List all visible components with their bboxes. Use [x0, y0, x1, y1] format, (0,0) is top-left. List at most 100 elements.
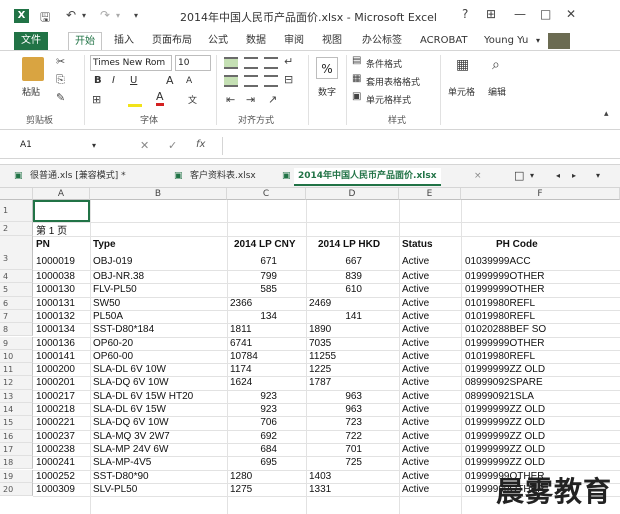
cell-pn[interactable]: 1000221 — [36, 417, 90, 430]
cells-button[interactable]: 单元格 — [448, 85, 475, 98]
cell-pn[interactable]: 1000136 — [36, 338, 90, 351]
tab-office-tabs[interactable]: 办公标签 — [362, 32, 402, 50]
cell-status[interactable]: Active — [402, 431, 461, 444]
minimize-button[interactable]: — — [514, 7, 526, 21]
align-bottom-icon[interactable] — [264, 57, 278, 69]
row-header[interactable]: 14 — [0, 403, 33, 417]
cell-status[interactable]: Active — [402, 351, 461, 364]
font-size-select[interactable]: 10 — [175, 55, 211, 71]
cell-pn[interactable]: 1000131 — [36, 298, 90, 311]
avatar[interactable] — [548, 33, 570, 49]
cell-type[interactable]: SLA-DQ 6V 10W — [93, 377, 227, 390]
cell-hkd[interactable]: 725 — [306, 457, 362, 470]
row-header[interactable]: 17 — [0, 442, 33, 457]
cell-status[interactable]: Active — [402, 255, 461, 269]
cell-cny[interactable]: 1811 — [230, 324, 309, 337]
tab-formulas[interactable]: 公式 — [208, 32, 228, 50]
workbook-tab[interactable]: 很普通.xls [兼容模式] * — [30, 168, 126, 184]
cell-status[interactable]: Active — [402, 404, 461, 417]
cell-hkd[interactable]: 722 — [306, 431, 362, 444]
scroll-left-icon[interactable]: ◂ — [556, 168, 560, 184]
header-status[interactable]: Status — [402, 239, 433, 250]
name-box-dropdown-icon[interactable]: ▾ — [92, 141, 96, 150]
cell-ph[interactable]: 01999999ZZ OLD — [465, 404, 620, 417]
cell-cny[interactable]: 1174 — [230, 364, 309, 377]
name-box[interactable]: A1 — [18, 138, 102, 154]
fill-color-icon[interactable] — [128, 95, 142, 107]
cell-hkd[interactable]: 1331 — [309, 484, 402, 497]
cell-hkd[interactable]: 610 — [306, 284, 362, 297]
copy-icon[interactable]: ⎘ — [56, 73, 65, 87]
cell-status[interactable]: Active — [402, 444, 461, 457]
customize-qat-icon[interactable]: ▾ — [134, 11, 138, 20]
undo-dropdown-icon[interactable]: ▾ — [82, 11, 86, 20]
row-header[interactable]: 12 — [0, 376, 33, 390]
paste-button[interactable]: 粘贴 — [22, 85, 40, 98]
cell-cny[interactable]: 6741 — [230, 338, 309, 351]
cell-cny[interactable]: 134 — [227, 311, 277, 324]
cell-ph[interactable]: 01999999ZZ OLD — [465, 444, 620, 457]
cell-hkd[interactable]: 963 — [306, 404, 362, 417]
cell-cny[interactable]: 695 — [227, 457, 277, 470]
row-header[interactable]: 18 — [0, 456, 33, 470]
active-cell-a1[interactable] — [33, 200, 90, 222]
collapse-ribbon-icon[interactable]: ▴ — [604, 109, 609, 119]
cell-status[interactable]: Active — [402, 338, 461, 351]
cell-pn[interactable]: 1000309 — [36, 484, 90, 497]
undo-icon[interactable]: ↶ — [66, 8, 76, 22]
cell-cny[interactable]: 684 — [227, 444, 277, 457]
cell-pn[interactable]: 1000132 — [36, 311, 90, 324]
user-name[interactable]: Young Yu — [484, 32, 528, 50]
cell-hkd[interactable]: 839 — [306, 271, 362, 284]
format-painter-icon[interactable]: ✎ — [56, 91, 65, 104]
row-header[interactable]: 8 — [0, 323, 33, 337]
help-button[interactable]: ? — [462, 7, 468, 21]
bold-button[interactable]: B — [94, 75, 102, 86]
column-header[interactable]: F — [461, 188, 620, 200]
page-label[interactable]: 第 1 页 — [36, 222, 67, 237]
cell-ph[interactable]: 01999999OTHER — [465, 284, 620, 297]
cell-cny[interactable]: 671 — [227, 255, 277, 269]
cell-status[interactable]: Active — [402, 471, 461, 484]
cell-type[interactable]: FLV-PL50 — [93, 284, 227, 297]
number-label[interactable]: 数字 — [318, 85, 336, 98]
column-header[interactable]: D — [306, 188, 399, 200]
row-header[interactable]: 7 — [0, 309, 33, 324]
cell-cny[interactable]: 923 — [227, 404, 277, 417]
cell-type[interactable]: SLA-DL 6V 15W HT20 — [93, 391, 227, 404]
font-color-icon[interactable]: A — [156, 91, 164, 106]
cell-cny[interactable]: 706 — [227, 417, 277, 430]
tab-data[interactable]: 数据 — [246, 32, 266, 50]
save-icon[interactable]: 🖫 — [40, 8, 50, 29]
cell-status[interactable]: Active — [402, 364, 461, 377]
column-header[interactable]: E — [399, 188, 461, 200]
edit-button[interactable]: 编辑 — [488, 85, 506, 98]
column-header[interactable]: B — [90, 188, 227, 200]
header-cny[interactable]: 2014 LP CNY — [234, 239, 296, 250]
cell-hkd[interactable]: 723 — [306, 417, 362, 430]
cell-ph[interactable]: 01999999ZZ OLD — [465, 457, 620, 470]
header-hkd[interactable]: 2014 LP HKD — [318, 239, 380, 250]
maximize-button[interactable]: □ — [540, 7, 551, 21]
close-button[interactable]: ✕ — [566, 7, 576, 21]
align-left-icon[interactable] — [224, 75, 238, 87]
cell-ph[interactable]: 01039999ACC — [465, 255, 620, 269]
row-header[interactable]: 11 — [0, 363, 33, 377]
cell-cny[interactable]: 799 — [227, 271, 277, 284]
header-pn[interactable]: PN — [36, 239, 50, 250]
user-dropdown-icon[interactable]: ▾ — [536, 32, 540, 50]
cell-type[interactable]: SST-D80*184 — [93, 324, 227, 337]
redo-dropdown-icon[interactable]: ▾ — [116, 11, 120, 20]
cell-ph[interactable]: 01999999ZZ OLD — [465, 431, 620, 444]
tab-insert[interactable]: 插入 — [114, 32, 134, 50]
cell-type[interactable]: SW50 — [93, 298, 227, 311]
row-header[interactable]: 20 — [0, 482, 33, 497]
cell-ph[interactable]: 08999092SPARE — [465, 377, 620, 390]
row-header[interactable]: 16 — [0, 429, 33, 443]
cell-type[interactable]: SLA-MP-4V5 — [93, 457, 227, 470]
border-icon[interactable]: ⊞ — [92, 93, 101, 106]
row-header[interactable]: 4 — [0, 270, 33, 284]
align-center-icon[interactable] — [244, 75, 258, 87]
row-header[interactable]: 15 — [0, 416, 33, 430]
formula-input[interactable] — [222, 137, 615, 155]
